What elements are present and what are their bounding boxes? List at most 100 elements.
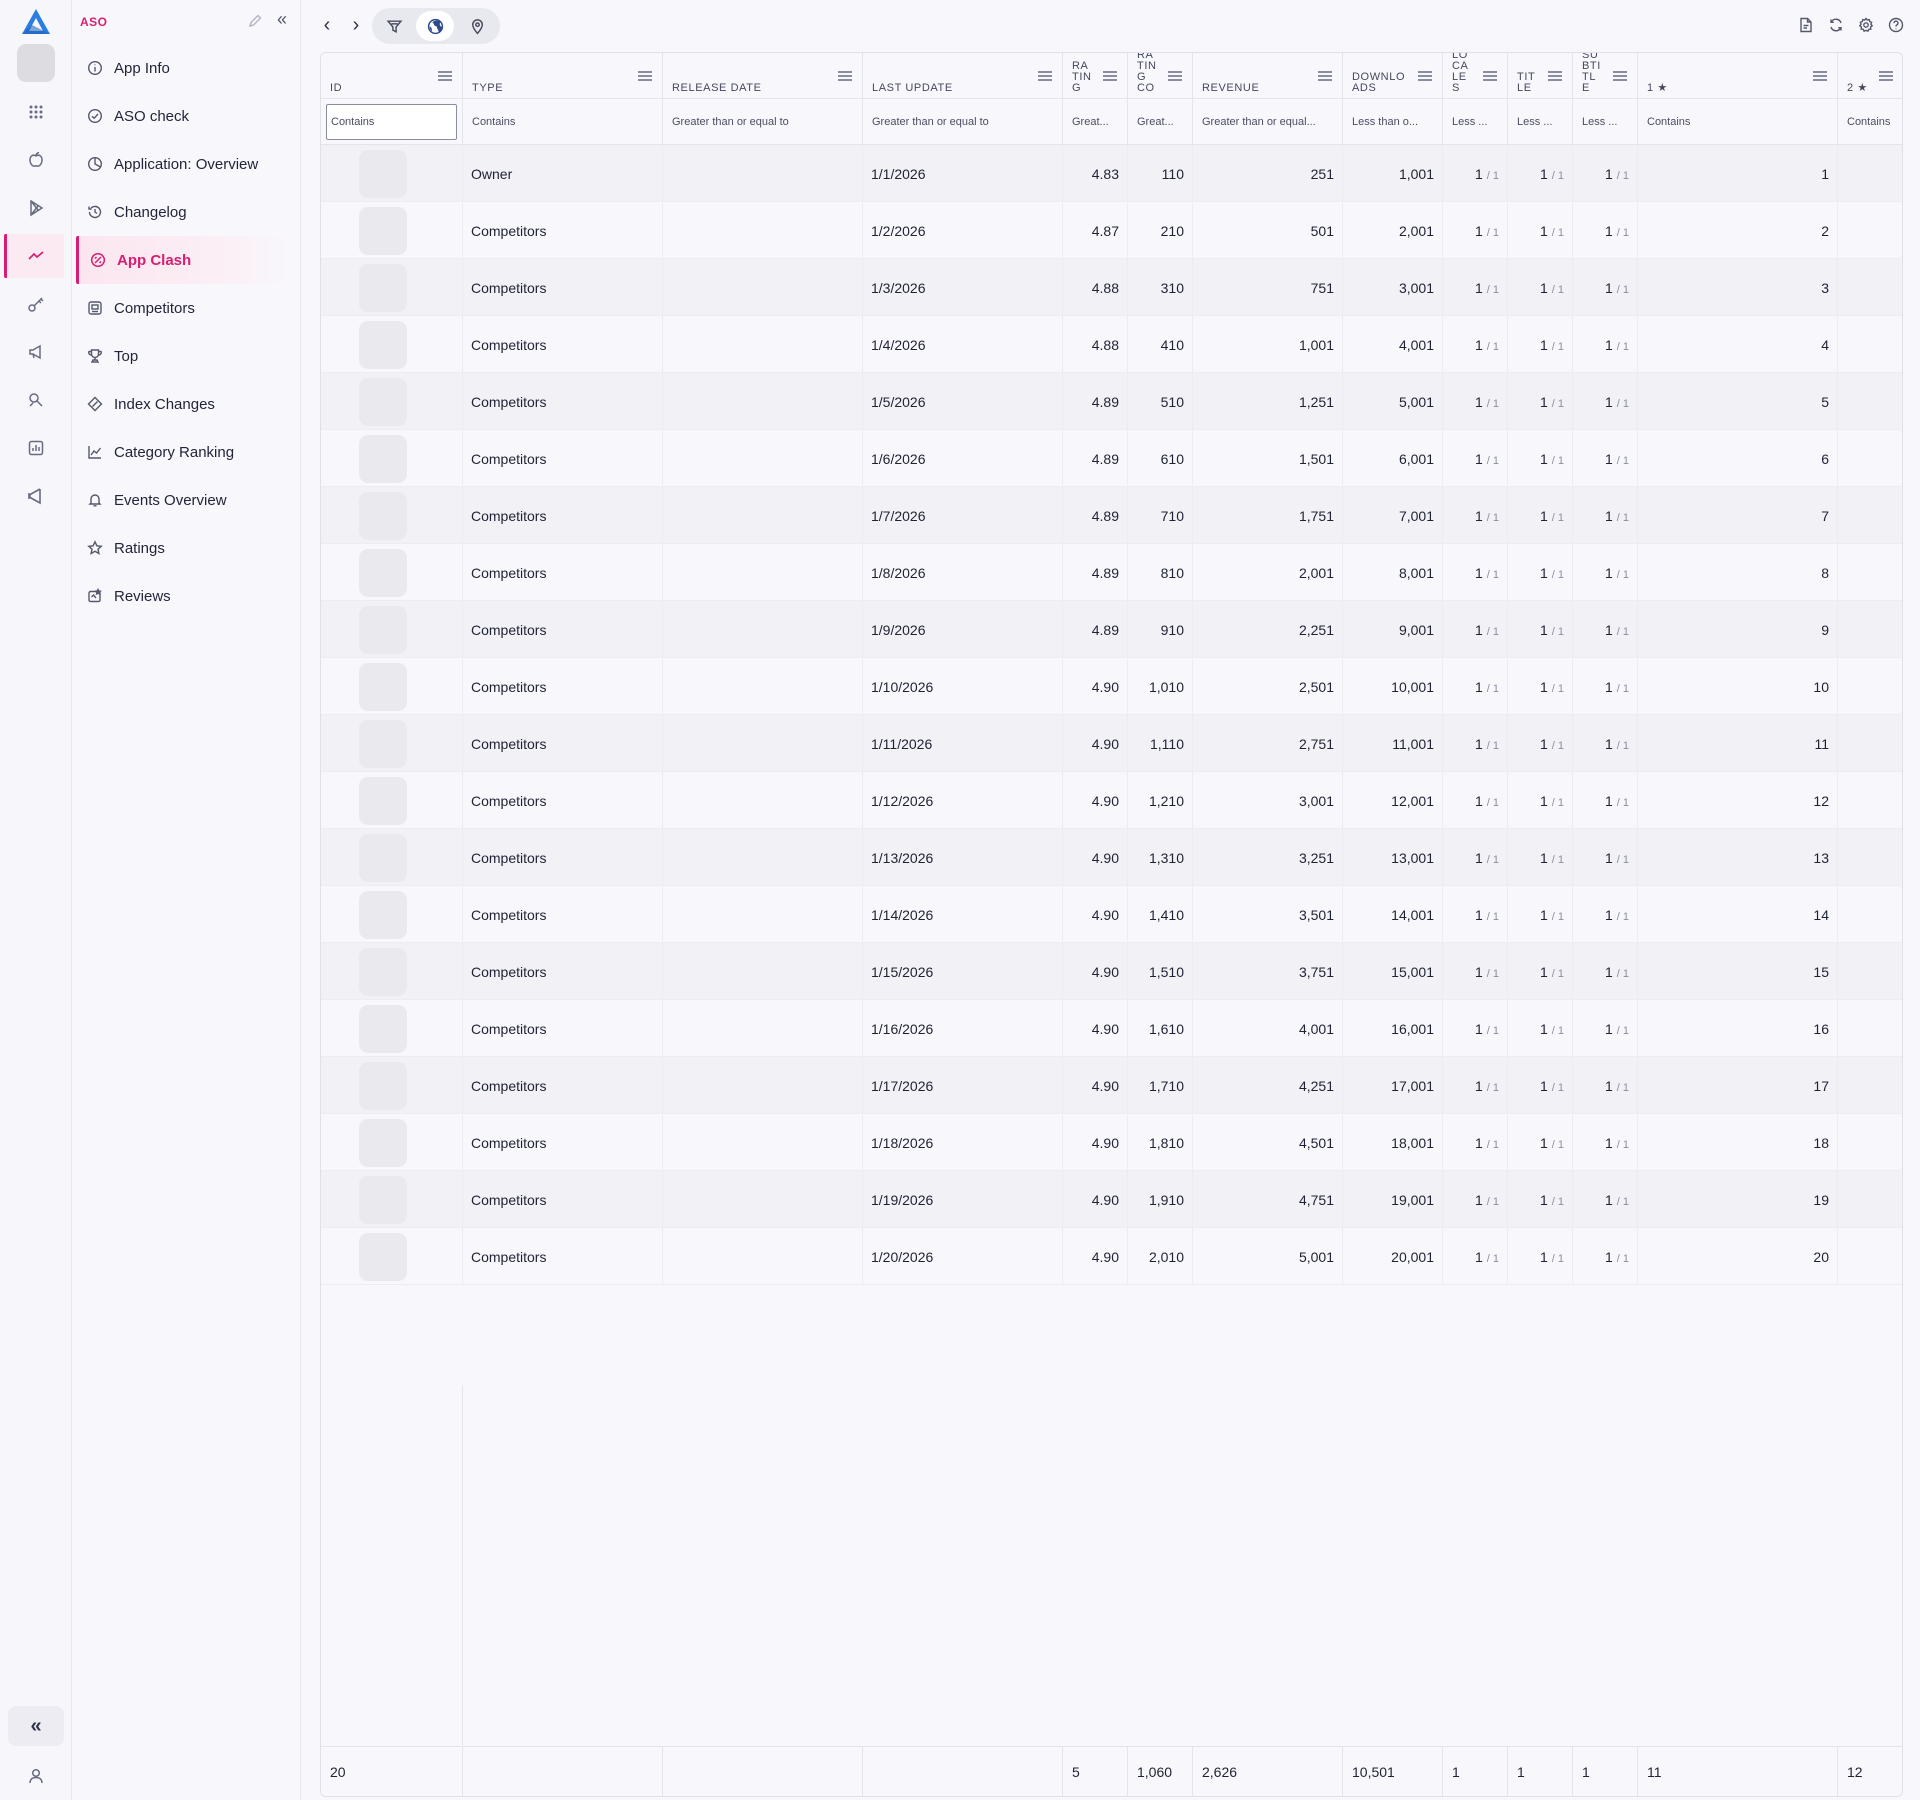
column-menu-icon[interactable] xyxy=(1813,71,1827,81)
back-arrow-icon[interactable]: ‹ xyxy=(316,14,338,36)
filter-input-subtitle[interactable] xyxy=(1578,104,1632,140)
app-icon-placeholder[interactable] xyxy=(359,719,407,768)
column-header-revenue[interactable]: REVENUE xyxy=(1193,53,1343,99)
apple-icon[interactable] xyxy=(22,146,50,174)
table-row[interactable]: Competitors 1/7/2026 4.89 710 1,751 7,001 1/ 1… xyxy=(321,487,1902,544)
key-icon[interactable] xyxy=(22,290,50,318)
user-profile-icon[interactable] xyxy=(22,1762,50,1790)
app-icon-placeholder[interactable] xyxy=(359,1232,407,1281)
table-row[interactable]: Competitors 1/4/2026 4.88 410 1,001 4,001 1/ 1… xyxy=(321,316,1902,373)
app-icon-placeholder[interactable] xyxy=(359,890,407,939)
table-row[interactable]: Competitors 1/2/2026 4.87 210 501 2,001 1/ 1 1/… xyxy=(321,202,1902,259)
filter-input-title[interactable] xyxy=(1513,104,1567,140)
app-logo[interactable] xyxy=(20,7,52,37)
filter-input-type[interactable] xyxy=(468,104,657,140)
app-icon-placeholder[interactable] xyxy=(359,548,407,597)
app-icon-placeholder[interactable] xyxy=(359,377,407,426)
edit-pencil-icon[interactable] xyxy=(247,13,263,29)
column-header-title[interactable]: TIT LE xyxy=(1508,53,1573,99)
column-menu-icon[interactable] xyxy=(1418,71,1432,81)
table-row[interactable]: Owner 1/1/2026 4.83 110 251 1,001 1/ 1 1/ 1 1/ 1… xyxy=(321,145,1902,202)
sidebar-item-top[interactable]: Top xyxy=(76,332,298,380)
search-tools-icon[interactable] xyxy=(22,386,50,414)
column-header-id[interactable]: ID xyxy=(321,53,463,99)
column-header-rating[interactable]: RA TIN G xyxy=(1063,53,1128,99)
column-header-star1[interactable]: 1 ★ xyxy=(1638,53,1838,99)
megaphone-icon[interactable] xyxy=(22,338,50,366)
table-row[interactable]: Competitors 1/19/2026 4.90 1,910 4,751 19,001… xyxy=(321,1171,1902,1228)
column-menu-icon[interactable] xyxy=(1168,71,1182,81)
column-menu-icon[interactable] xyxy=(1038,71,1052,81)
help-circle-icon[interactable] xyxy=(1886,15,1906,35)
app-icon-placeholder[interactable] xyxy=(359,605,407,654)
table-row[interactable]: Competitors 1/20/2026 4.90 2,010 5,001 20,001… xyxy=(321,1228,1902,1285)
column-header-subtitle[interactable]: SU BTI TL E xyxy=(1573,53,1638,99)
table-row[interactable]: Competitors 1/18/2026 4.90 1,810 4,501 18,001… xyxy=(321,1114,1902,1171)
column-menu-icon[interactable] xyxy=(838,71,852,81)
column-header-type[interactable]: TYPE xyxy=(463,53,663,99)
aso-trend-icon[interactable] xyxy=(22,242,50,270)
table-row[interactable]: Competitors 1/8/2026 4.89 810 2,001 8,001 1/ 1… xyxy=(321,544,1902,601)
table-row[interactable]: Competitors 1/13/2026 4.90 1,310 3,251 13,001… xyxy=(321,829,1902,886)
column-menu-icon[interactable] xyxy=(438,71,452,81)
filter-input-release_date[interactable] xyxy=(668,104,857,140)
table-row[interactable]: Competitors 1/3/2026 4.88 310 751 3,001 1/ 1 1/… xyxy=(321,259,1902,316)
google-play-icon[interactable] xyxy=(22,194,50,222)
refresh-icon[interactable] xyxy=(1826,15,1846,35)
column-header-rating_count[interactable]: RA TIN G CO xyxy=(1128,53,1193,99)
app-icon-placeholder[interactable] xyxy=(359,320,407,369)
column-menu-icon[interactable] xyxy=(1103,71,1117,81)
project-avatar[interactable] xyxy=(17,44,55,82)
table-row[interactable]: Competitors 1/17/2026 4.90 1,710 4,251 17,001… xyxy=(321,1057,1902,1114)
app-icon-placeholder[interactable] xyxy=(359,263,407,312)
filter-input-revenue[interactable] xyxy=(1198,104,1337,140)
sidebar-item-index-changes[interactable]: Index Changes xyxy=(76,380,298,428)
column-menu-icon[interactable] xyxy=(1483,71,1497,81)
collapse-rail-button[interactable]: « xyxy=(8,1706,64,1746)
column-header-last_update[interactable]: LAST UPDATE xyxy=(863,53,1063,99)
table-row[interactable]: Competitors 1/14/2026 4.90 1,410 3,501 14,001… xyxy=(321,886,1902,943)
table-row[interactable]: Competitors 1/11/2026 4.90 1,110 2,751 11,001… xyxy=(321,715,1902,772)
vscode-icon[interactable] xyxy=(22,482,50,510)
table-row[interactable]: Competitors 1/10/2026 4.90 1,010 2,501 10,001… xyxy=(321,658,1902,715)
sidebar-item-app-info[interactable]: App Info xyxy=(76,44,298,92)
globe-icon[interactable] xyxy=(416,11,454,41)
sidebar-item-app-clash[interactable]: App Clash xyxy=(76,236,298,284)
sidebar-item-aso-check[interactable]: ASO check xyxy=(76,92,298,140)
table-row[interactable]: Competitors 1/6/2026 4.89 610 1,501 6,001 1/ 1… xyxy=(321,430,1902,487)
app-icon-placeholder[interactable] xyxy=(359,1004,407,1053)
column-menu-icon[interactable] xyxy=(638,71,652,81)
sidebar-item-ratings[interactable]: Ratings xyxy=(76,524,298,572)
filter-input-rating_count[interactable] xyxy=(1133,104,1187,140)
settings-gear-icon[interactable] xyxy=(1856,15,1876,35)
table-row[interactable]: Competitors 1/16/2026 4.90 1,610 4,001 16,001… xyxy=(321,1000,1902,1057)
column-menu-icon[interactable] xyxy=(1879,71,1893,81)
sidebar-item-reviews[interactable]: Reviews xyxy=(76,572,298,620)
app-icon-placeholder[interactable] xyxy=(359,1175,407,1224)
table-row[interactable]: Competitors 1/9/2026 4.89 910 2,251 9,001 1/ 1… xyxy=(321,601,1902,658)
filter-input-star1[interactable] xyxy=(1643,104,1832,140)
filter-input-id[interactable] xyxy=(326,104,457,140)
filter-funnel-icon[interactable] xyxy=(375,11,413,41)
column-menu-icon[interactable] xyxy=(1613,71,1627,81)
app-icon-placeholder[interactable] xyxy=(359,776,407,825)
sidebar-item-application-overview[interactable]: Application: Overview xyxy=(76,140,298,188)
collapse-sidebar-button[interactable]: « xyxy=(277,9,287,30)
app-icon-placeholder[interactable] xyxy=(359,662,407,711)
table-row[interactable]: Competitors 1/12/2026 4.90 1,210 3,001 12,001… xyxy=(321,772,1902,829)
filter-input-rating[interactable] xyxy=(1068,104,1122,140)
app-icon-placeholder[interactable] xyxy=(359,947,407,996)
sidebar-item-changelog[interactable]: Changelog xyxy=(76,188,298,236)
sidebar-item-category-ranking[interactable]: Category Ranking xyxy=(76,428,298,476)
table-row[interactable]: Competitors 1/15/2026 4.90 1,510 3,751 15,001… xyxy=(321,943,1902,1000)
export-report-icon[interactable] xyxy=(1796,15,1816,35)
filter-input-last_update[interactable] xyxy=(868,104,1057,140)
table-row[interactable]: Competitors 1/5/2026 4.89 510 1,251 5,001 1/ 1… xyxy=(321,373,1902,430)
app-icon-placeholder[interactable] xyxy=(359,1061,407,1110)
apps-grid-icon[interactable] xyxy=(22,98,50,126)
app-icon-placeholder[interactable] xyxy=(359,434,407,483)
forward-arrow-icon[interactable]: › xyxy=(345,14,367,36)
app-icon-placeholder[interactable] xyxy=(359,491,407,540)
location-pin-icon[interactable] xyxy=(458,11,496,41)
report-chart-icon[interactable] xyxy=(22,434,50,462)
